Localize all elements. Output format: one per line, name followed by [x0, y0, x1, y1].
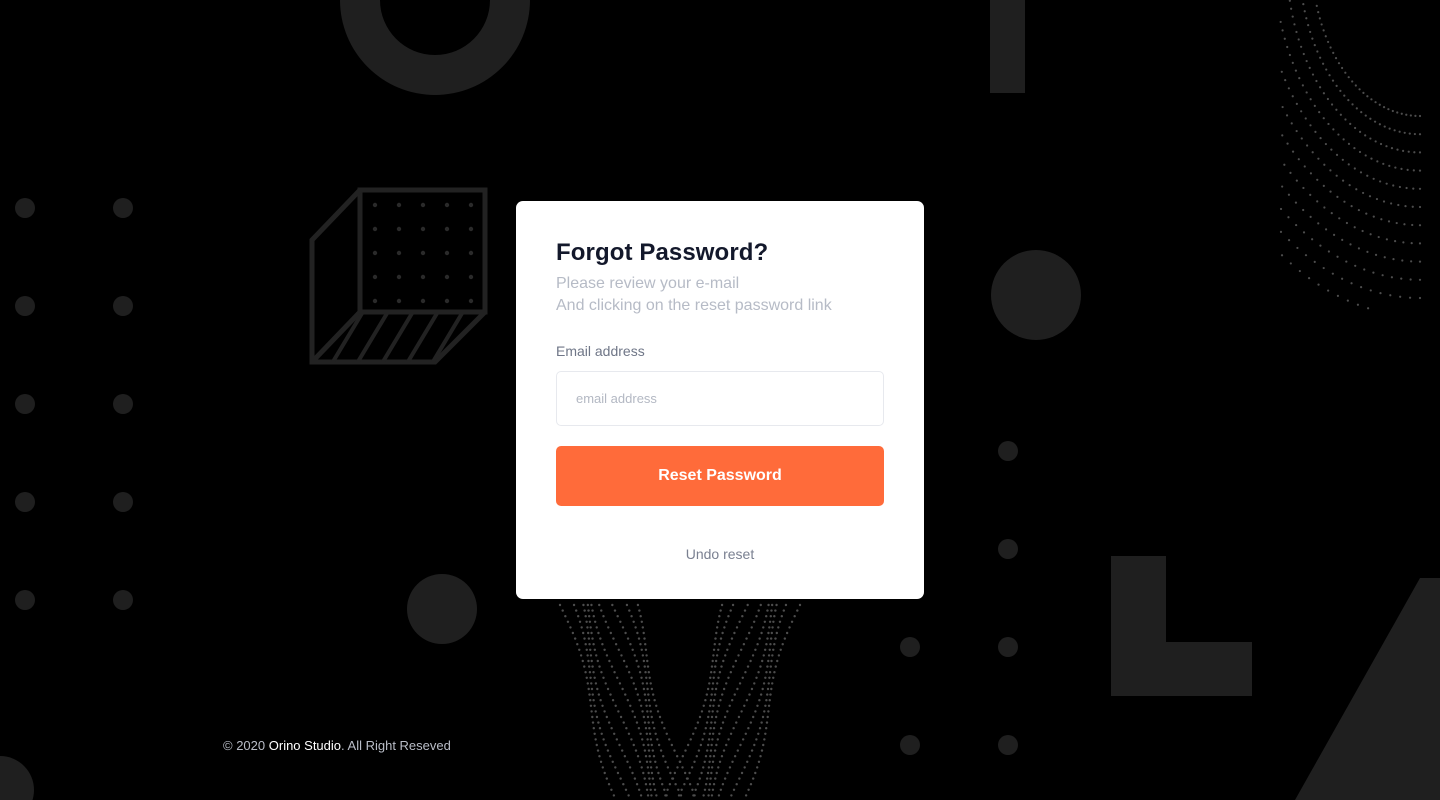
circle-shape [991, 250, 1081, 340]
l-shape [1111, 556, 1252, 696]
dot [998, 637, 1018, 657]
dot [15, 198, 35, 218]
dot [396, 274, 402, 280]
reset-password-button[interactable]: Reset Password [556, 446, 884, 506]
dot [468, 274, 474, 280]
subtitle-line: And clicking on the reset password link [556, 297, 832, 314]
login-page: Forgot Password? Please review your e-ma… [0, 0, 1440, 800]
dot [998, 735, 1018, 755]
dot [468, 298, 474, 304]
dot [396, 202, 402, 208]
dot [444, 298, 450, 304]
dot [372, 226, 378, 232]
stipple-wave [558, 603, 802, 797]
dot [468, 202, 474, 208]
forgot-password-card: Forgot Password? Please review your e-ma… [516, 201, 924, 599]
undo-reset-link[interactable]: Undo reset [556, 544, 884, 564]
cube-shape [309, 187, 488, 365]
dot [468, 250, 474, 256]
dot [113, 394, 133, 414]
dot [113, 492, 133, 512]
dot [372, 202, 378, 208]
circle-shape [407, 574, 477, 644]
dot [15, 394, 35, 414]
dot [113, 296, 133, 316]
dot [468, 226, 474, 232]
dot [900, 735, 920, 755]
copyright-prefix: © 2020 [223, 738, 266, 753]
brand-link[interactable]: Orino Studio [269, 738, 341, 753]
dot [396, 250, 402, 256]
card-subtitle: Please review your e-mail And clicking o… [556, 273, 884, 317]
page-title: Forgot Password? [556, 239, 769, 266]
copyright-suffix: . All Right Reseved [341, 738, 451, 753]
dot [444, 202, 450, 208]
cube-dot-pattern [372, 202, 474, 304]
dot [444, 274, 450, 280]
dot [900, 637, 920, 657]
dot [15, 296, 35, 316]
circle-shape [0, 756, 34, 800]
dot [444, 250, 450, 256]
dot [396, 226, 402, 232]
email-label: Email address [556, 343, 645, 359]
dot [420, 298, 426, 304]
dot [998, 539, 1018, 559]
dot [420, 226, 426, 232]
dot [15, 492, 35, 512]
dot [372, 250, 378, 256]
dot [420, 274, 426, 280]
dot-grid [15, 198, 133, 610]
stipple-wave [1279, 0, 1422, 310]
dot [420, 202, 426, 208]
ring-shape [340, 0, 530, 95]
dot [998, 441, 1018, 461]
dot [113, 198, 133, 218]
dot [372, 298, 378, 304]
dot [15, 590, 35, 610]
dot [113, 590, 133, 610]
subtitle-line: Please review your e-mail [556, 275, 740, 292]
dot [372, 274, 378, 280]
dot [396, 298, 402, 304]
dot [444, 226, 450, 232]
bar-shape [990, 0, 1025, 93]
email-field[interactable] [556, 371, 884, 426]
triangle-shape [1295, 578, 1440, 800]
dot [420, 250, 426, 256]
footer-copyright: © 2020 Orino Studio. All Right Reseved [223, 736, 451, 756]
